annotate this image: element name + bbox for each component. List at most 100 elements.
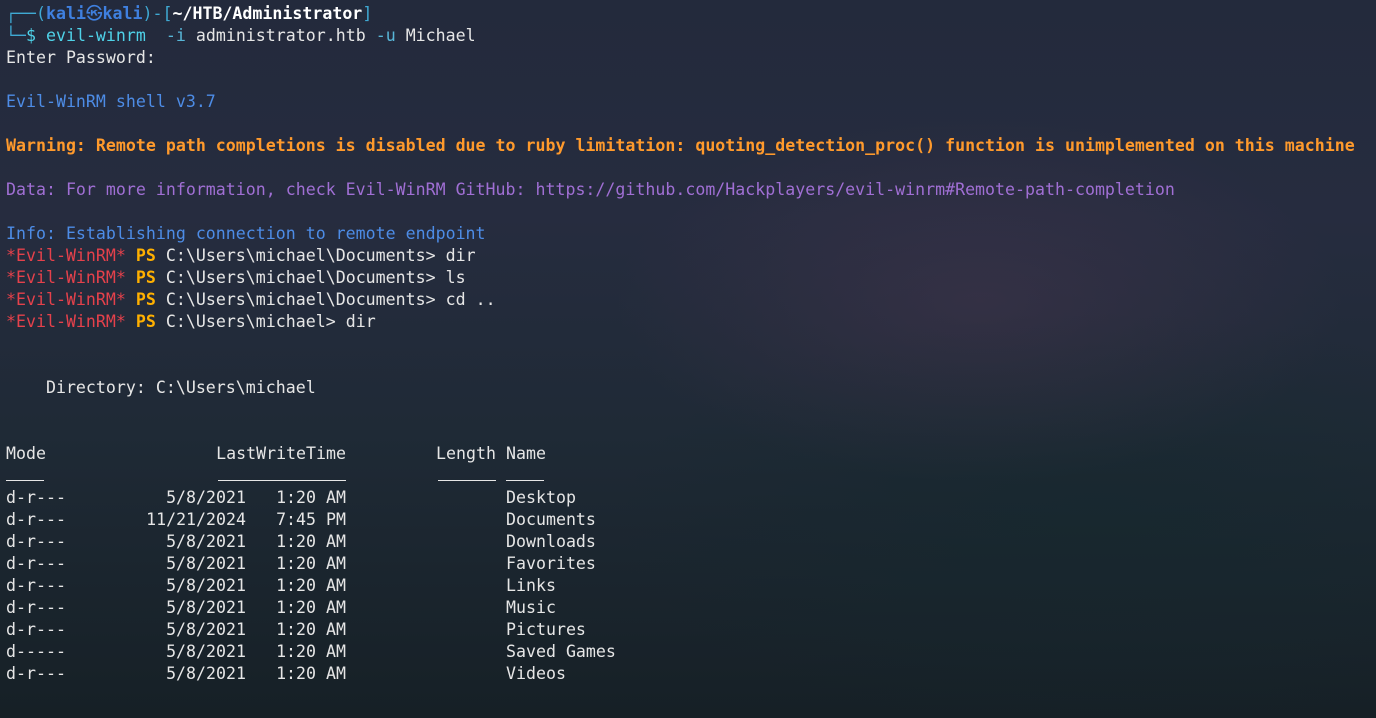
info-message: Info: Establishing connection to remote …: [6, 224, 486, 243]
row-date: 5/8/2021: [166, 598, 246, 617]
prompt-frame-mid: )-[: [142, 4, 173, 23]
prompt-dollar: $: [25, 26, 36, 45]
row-length: [346, 641, 496, 663]
row-name: Documents: [506, 510, 596, 529]
underline-name: [506, 474, 544, 481]
ps-command: cd ..: [445, 290, 496, 309]
table-row: d-r--- 11/21/2024 7:45 PM Documents: [6, 509, 1372, 531]
row-length: [346, 531, 496, 553]
shell-prompt-top: ┌──(kali㉿kali)-[~/HTB/Administrator]: [6, 3, 1372, 25]
header-length: Length: [436, 444, 496, 463]
row-mode: d-r---: [6, 576, 66, 595]
header-mode: Mode: [6, 444, 46, 463]
table-row: d----- 5/8/2021 1:20 AM Saved Games: [6, 641, 1372, 663]
row-length: [346, 575, 496, 597]
row-mode: d-r---: [6, 488, 66, 507]
row-time: 1:20 AM: [276, 620, 346, 639]
ps-command: dir: [445, 246, 476, 265]
row-date: 5/8/2021: [166, 642, 246, 661]
row-time: 7:45 PM: [276, 510, 346, 529]
ps-path: C:\Users\michael\Documents>: [165, 268, 436, 287]
table-row: d-r--- 5/8/2021 1:20 AM Favorites: [6, 553, 1372, 575]
table-row: d-r--- 5/8/2021 1:20 AM Music: [6, 597, 1372, 619]
row-time: 1:20 AM: [276, 598, 346, 617]
listing-header-underline: [6, 465, 1372, 487]
prompt-host: kali: [102, 4, 143, 23]
row-mode: d-----: [6, 642, 66, 661]
command-name: evil-winrm: [45, 26, 146, 45]
terminal-window[interactable]: ┌──(kali㉿kali)-[~/HTB/Administrator] └─$…: [6, 3, 1372, 685]
ps-command-line: *Evil-WinRM* PS C:\Users\michael\Documen…: [6, 289, 1372, 311]
prompt-frame-open: ┌──(: [6, 4, 46, 23]
skull-icon: ㉿: [85, 4, 103, 23]
ps-path: C:\Users\michael>: [165, 312, 336, 331]
row-date: 5/8/2021: [166, 532, 246, 551]
ps-label: PS: [135, 268, 156, 287]
row-length: [346, 619, 496, 641]
row-length: [346, 509, 496, 531]
row-date: 5/8/2021: [166, 488, 246, 507]
row-time: 1:20 AM: [276, 488, 346, 507]
row-date: 5/8/2021: [166, 664, 246, 683]
command-flag-u: -u: [375, 26, 396, 45]
table-row: d-r--- 5/8/2021 1:20 AM Links: [6, 575, 1372, 597]
table-row: d-r--- 5/8/2021 1:20 AM Downloads: [6, 531, 1372, 553]
prompt-frame-close: ]: [362, 4, 373, 23]
table-row: d-r--- 5/8/2021 1:20 AM Pictures: [6, 619, 1372, 641]
ps-path: C:\Users\michael\Documents>: [165, 246, 436, 265]
row-mode: d-r---: [6, 532, 66, 551]
directory-label: Directory: C:\Users\michael: [6, 378, 316, 397]
row-length: [346, 597, 496, 619]
row-mode: d-r---: [6, 510, 66, 529]
ps-command-line: *Evil-WinRM* PS C:\Users\michael> dir: [6, 311, 1372, 333]
header-lastwritetime: LastWriteTime: [216, 444, 346, 463]
underline-length: [438, 474, 496, 481]
row-length: [346, 487, 496, 509]
row-time: 1:20 AM: [276, 576, 346, 595]
table-row: d-r--- 5/8/2021 1:20 AM Desktop: [6, 487, 1372, 509]
ps-label: PS: [135, 312, 156, 331]
ps-command-line: *Evil-WinRM* PS C:\Users\michael\Documen…: [6, 267, 1372, 289]
prompt-cwd: ~/HTB/Administrator: [172, 4, 363, 23]
row-time: 1:20 AM: [276, 532, 346, 551]
warning-message: Warning: Remote path completions is disa…: [6, 136, 1355, 155]
row-name: Music: [506, 598, 556, 617]
enter-password-prompt: Enter Password:: [6, 48, 156, 67]
row-mode: d-r---: [6, 664, 66, 683]
ps-command: dir: [345, 312, 376, 331]
ps-command: ls: [445, 268, 466, 287]
listing-rows: d-r--- 5/8/2021 1:20 AM Desktop d-r--- 11/21…: [6, 487, 1372, 685]
underline-lastwritetime: [218, 474, 346, 481]
row-time: 1:20 AM: [276, 554, 346, 573]
command-host-arg: administrator.htb: [195, 26, 366, 45]
command-flag-i: -i: [165, 26, 186, 45]
command-user-arg: Michael: [405, 26, 476, 45]
ps-label: PS: [135, 246, 156, 265]
ps-prompt-name: *Evil-WinRM*: [6, 246, 126, 265]
row-name: Desktop: [506, 488, 576, 507]
ps-path: C:\Users\michael\Documents>: [165, 290, 436, 309]
row-name: Saved Games: [506, 642, 616, 661]
ps-prompt-name: *Evil-WinRM*: [6, 312, 126, 331]
row-name: Pictures: [506, 620, 586, 639]
row-mode: d-r---: [6, 598, 66, 617]
row-name: Links: [506, 576, 556, 595]
row-date: 5/8/2021: [166, 620, 246, 639]
row-name: Videos: [506, 664, 566, 683]
row-date: 11/21/2024: [146, 510, 246, 529]
shell-command-line[interactable]: └─$ evil-winrm -i administrator.htb -u M…: [6, 25, 1372, 47]
row-time: 1:20 AM: [276, 664, 346, 683]
row-length: [346, 663, 496, 685]
ps-prompt-name: *Evil-WinRM*: [6, 290, 126, 309]
row-date: 5/8/2021: [166, 576, 246, 595]
shell-version-text: Evil-WinRM shell v3.7: [6, 92, 216, 111]
row-date: 5/8/2021: [166, 554, 246, 573]
row-time: 1:20 AM: [276, 642, 346, 661]
ps-label: PS: [135, 290, 156, 309]
